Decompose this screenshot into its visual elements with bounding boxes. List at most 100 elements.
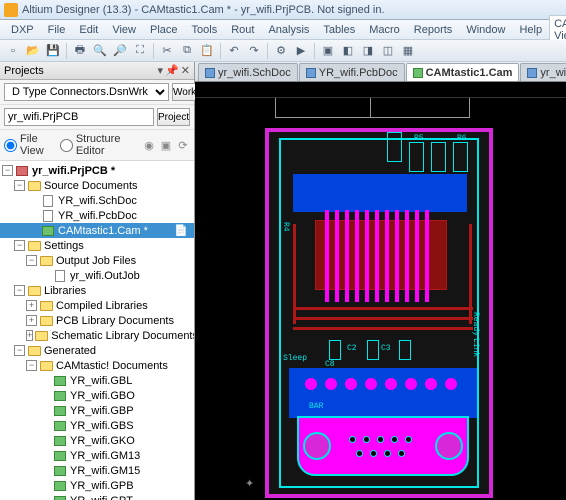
tree-item[interactable]: YR_wifi.GPB [0, 478, 194, 493]
tree-item[interactable]: YR_wifi.GBL [0, 373, 194, 388]
tree-folder[interactable]: −Output Job Files [0, 253, 194, 268]
project-tree[interactable]: −yr_wifi.PrjPCB * −Source Documents YR_w… [0, 161, 194, 500]
tree-item[interactable]: YR_wifi.GBP [0, 403, 194, 418]
tree-folder[interactable]: −Source Documents [0, 178, 194, 193]
conn-pin [398, 450, 405, 457]
menu-window[interactable]: Window [459, 22, 512, 38]
silk-sleep: Sleep [283, 354, 307, 363]
tree-item[interactable]: YR_wifi.GM13 [0, 448, 194, 463]
editor-area: yr_wifi.SchDoc YR_wifi.PcbDoc CAMtastic1… [195, 62, 566, 500]
copy-icon[interactable]: ⧉ [178, 42, 196, 60]
tab-cam[interactable]: CAMtastic1.Cam [406, 63, 520, 81]
menu-place[interactable]: Place [143, 22, 185, 38]
window-title: Altium Designer (13.3) - CAMtastic1.Cam … [22, 4, 385, 16]
pad [425, 378, 437, 390]
fit-icon[interactable]: ⛶ [131, 42, 149, 60]
tree-item[interactable]: yr_wifi.OutJob [0, 268, 194, 283]
tree-item[interactable]: YR_wifi.SchDoc [0, 193, 194, 208]
resistor [409, 142, 424, 172]
file-view-radio[interactable]: File View [4, 133, 54, 157]
silk-c8: C8 [325, 360, 335, 369]
pin-icon[interactable]: ▾ [158, 64, 164, 77]
menu-bar: DXP File Edit View Place Tools Rout Anal… [0, 20, 566, 40]
menu-analysis[interactable]: Analysis [261, 22, 316, 38]
toolbar: ▫ 📂 💾 🖶 🔍 🔎 ⛶ ✂ ⧉ 📋 ↶ ↷ ⚙ ▶ ▣ ◧ ◨ ◫ ▦ [0, 40, 566, 62]
project-button[interactable]: Project [157, 108, 190, 126]
menu-tables[interactable]: Tables [316, 22, 362, 38]
menu-tools[interactable]: Tools [185, 22, 225, 38]
tree-item[interactable]: YR_wifi.GM15 [0, 463, 194, 478]
run-icon[interactable]: ▶ [292, 42, 310, 60]
tree-item[interactable]: YR_wifi.GBO [0, 388, 194, 403]
tool2-icon[interactable]: ◧ [339, 42, 357, 60]
menu-help[interactable]: Help [512, 22, 549, 38]
tool3-icon[interactable]: ◨ [359, 42, 377, 60]
menu-macro[interactable]: Macro [362, 22, 407, 38]
tree-folder[interactable]: −Generated [0, 343, 194, 358]
horizontal-ruler [195, 82, 566, 98]
open-icon[interactable]: 📂 [24, 42, 42, 60]
tree-folder[interactable]: +PCB Library Documents [0, 313, 194, 328]
zoom-icon[interactable]: 🔍 [91, 42, 109, 60]
gear-icon[interactable]: ⚙ [272, 42, 290, 60]
zoomout-icon[interactable]: 🔎 [111, 42, 129, 60]
tree-root[interactable]: −yr_wifi.PrjPCB * [0, 163, 194, 178]
paste-icon[interactable]: 📋 [198, 42, 216, 60]
mount-hole [435, 432, 463, 460]
new-icon[interactable]: ▫ [4, 42, 22, 60]
menu-dxp[interactable]: DXP [4, 22, 41, 38]
print-icon[interactable]: 🖶 [71, 42, 89, 60]
close-icon[interactable]: ✕ [181, 64, 190, 77]
tree-item[interactable]: YR_wifi.GPT [0, 493, 194, 500]
conn-pin [405, 436, 412, 443]
document-tabs: yr_wifi.SchDoc YR_wifi.PcbDoc CAMtastic1… [195, 62, 566, 82]
silk-bar: BAR [309, 402, 323, 411]
project-input[interactable] [4, 108, 154, 126]
panel-controls: ▾ 📌 ✕ [158, 64, 190, 77]
tab-sch[interactable]: yr_wifi.SchDoc [198, 63, 298, 81]
tree-folder[interactable]: −Libraries [0, 283, 194, 298]
cam-editor[interactable]: R5 R6 [195, 98, 566, 500]
trace [469, 224, 472, 324]
tree-item-selected[interactable]: CAMtastic1.Cam *📄 [0, 223, 194, 238]
main-area: Projects ▾ 📌 ✕ D Type Connectors.DsnWrk … [0, 62, 566, 500]
cap [367, 340, 379, 360]
tool5-icon[interactable]: ▦ [399, 42, 417, 60]
toolbar-sep [267, 43, 268, 59]
tree-item[interactable]: YR_wifi.GKO [0, 433, 194, 448]
workspace-select[interactable]: D Type Connectors.DsnWrk [4, 83, 169, 101]
tree-item[interactable]: YR_wifi.PcbDoc [0, 208, 194, 223]
structure-radio[interactable]: Structure Editor [60, 133, 136, 157]
tree-folder[interactable]: −Settings [0, 238, 194, 253]
menu-rout[interactable]: Rout [224, 22, 261, 38]
tree-folder[interactable]: −CAMtastic! Documents [0, 358, 194, 373]
toolbar-sep [220, 43, 221, 59]
resistor [431, 142, 446, 172]
tool4-icon[interactable]: ◫ [379, 42, 397, 60]
conn-pin [384, 450, 391, 457]
pad [325, 378, 337, 390]
auto-hide-icon[interactable]: 📌 [165, 64, 179, 77]
tree-opt1-icon[interactable]: ◉ [142, 138, 156, 152]
redo-icon[interactable]: ↷ [245, 42, 263, 60]
tab-outjob[interactable]: yr_wifi.OutJob [520, 63, 566, 81]
tool1-icon[interactable]: ▣ [319, 42, 337, 60]
undo-icon[interactable]: ↶ [225, 42, 243, 60]
conn-pin [349, 436, 356, 443]
tab-pcb[interactable]: YR_wifi.PcbDoc [299, 63, 405, 81]
tree-folder[interactable]: +Compiled Libraries [0, 298, 194, 313]
tree-opt3-icon[interactable]: ⟳ [176, 138, 190, 152]
cut-icon[interactable]: ✂ [158, 42, 176, 60]
menu-view[interactable]: View [105, 22, 143, 38]
cap [329, 340, 341, 360]
menu-file[interactable]: File [41, 22, 73, 38]
tree-opt2-icon[interactable]: ▣ [159, 138, 173, 152]
silk-link: Link [471, 338, 480, 357]
menu-edit[interactable]: Edit [72, 22, 105, 38]
tree-folder[interactable]: +Schematic Library Documents [0, 328, 194, 343]
ic-pins [325, 210, 435, 302]
silk-r6: R6 [457, 134, 467, 143]
tree-item[interactable]: YR_wifi.GBS [0, 418, 194, 433]
menu-reports[interactable]: Reports [407, 22, 460, 38]
save-icon[interactable]: 💾 [44, 42, 62, 60]
